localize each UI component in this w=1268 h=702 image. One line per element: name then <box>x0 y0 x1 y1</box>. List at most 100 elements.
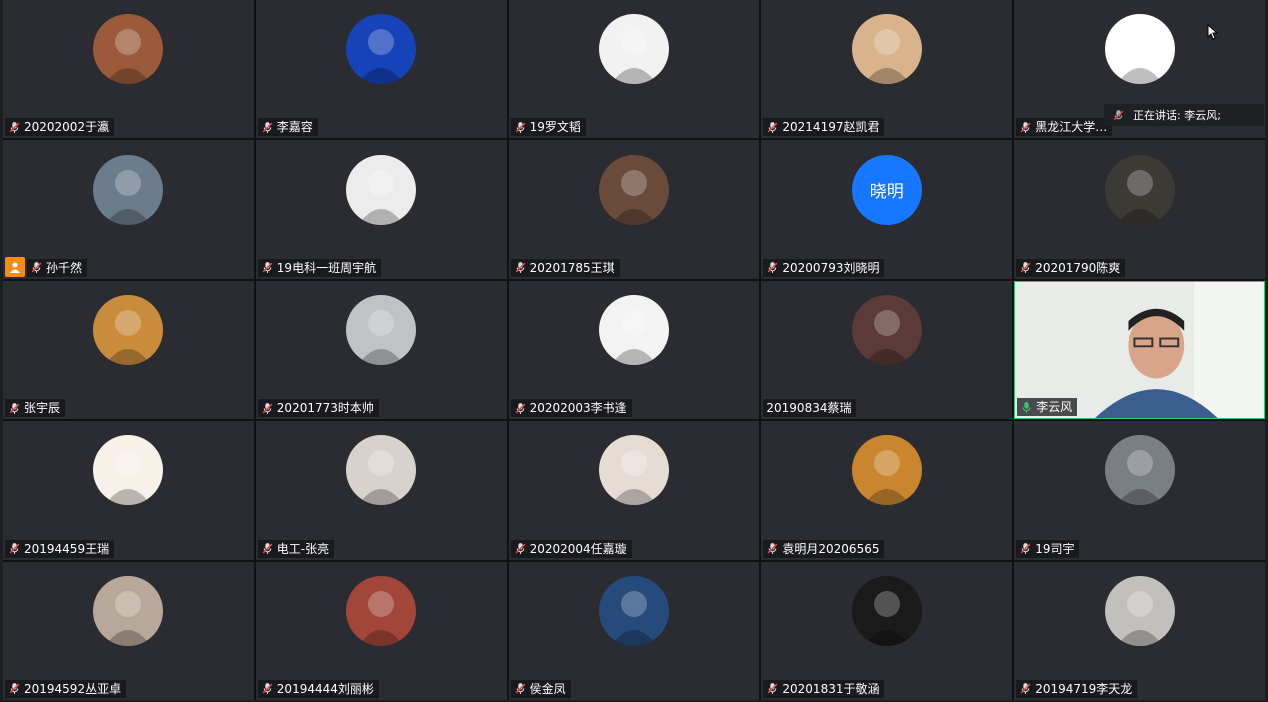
mic-muted-icon <box>515 543 525 555</box>
participant-name-label: 20214197赵凯君 <box>763 118 885 137</box>
man-portrait-avatar <box>346 154 417 225</box>
street-avatar <box>93 575 164 646</box>
man-suit-avatar <box>598 14 669 85</box>
participant-tile[interactable]: 电工-张亮 <box>255 421 507 560</box>
shiba-avatar <box>1104 575 1175 646</box>
participant-tile[interactable]: 20201790陈爽 <box>1014 140 1265 279</box>
participant-tile[interactable]: 20201831于敬涵 <box>761 561 1013 700</box>
participant-name: 20194444刘丽彬 <box>276 681 374 696</box>
participant-tile[interactable]: 袁明月20206565 <box>761 421 1013 560</box>
mic-muted-icon <box>262 121 273 133</box>
participant-name: 电工-张亮 <box>276 541 330 556</box>
participant-name-label: 20202002于瀛 <box>5 118 115 137</box>
participant-tile[interactable]: 20214197赵凯君 <box>761 0 1013 139</box>
participant-tile[interactable]: 20201773时本帅 <box>255 280 507 420</box>
participant-name: 20201790陈爽 <box>1035 260 1121 275</box>
mic-muted-icon <box>768 543 778 555</box>
host-icon <box>5 256 25 277</box>
participant-name: 李嘉容 <box>276 120 313 135</box>
paper-avatar <box>346 294 417 365</box>
participant-name: 20194592丛亚卓 <box>24 681 122 696</box>
participant-name-label: 19电科一班周宇航 <box>257 258 382 277</box>
dark-face-avatar <box>851 575 922 646</box>
mic-muted-icon <box>262 262 273 274</box>
participant-name: 孙千然 <box>46 260 83 275</box>
mic-muted-icon <box>262 543 273 555</box>
mic-muted-icon <box>768 121 778 133</box>
participant-name-label: 19罗文韬 <box>510 118 586 137</box>
participant-name: 李云风 <box>1036 400 1073 415</box>
participant-name-label: 20194444刘丽彬 <box>257 679 379 698</box>
participant-tile[interactable]: 张宇辰 <box>3 280 254 420</box>
participant-name: 20194459王瑞 <box>24 541 110 556</box>
participant-tile[interactable]: 20190834蔡瑞 <box>761 280 1013 420</box>
active-speaker-indicator: 正在讲话: 李云风; <box>1104 104 1264 126</box>
puppy-avatar <box>93 294 164 365</box>
mouse-cursor-icon <box>1207 24 1219 40</box>
warm-room-avatar <box>851 435 922 506</box>
participant-name: 黑龙江大学… <box>1035 120 1108 135</box>
mic-muted-icon <box>9 683 20 695</box>
participant-tile[interactable]: 20202002于瀛 <box>3 0 254 139</box>
mic-muted-icon <box>515 683 525 695</box>
sky-avatar <box>598 575 669 646</box>
participant-name-label: 李嘉容 <box>257 118 318 137</box>
cat-sunglasses-avatar <box>1104 435 1175 506</box>
participant-name: 19司宇 <box>1035 541 1075 556</box>
bear-cartoon-avatar <box>93 14 164 85</box>
participant-tile[interactable]: 20194719李天龙 <box>1014 561 1265 700</box>
participant-name-label: 20200793刘晓明 <box>763 258 885 277</box>
participant-name-label: 19司宇 <box>1016 539 1080 558</box>
participant-grid: 20202002于瀛 李嘉容 19罗文韬 20214197赵凯君 黑龙江大学… … <box>3 0 1265 700</box>
participant-name: 20201831于敬涵 <box>782 681 880 696</box>
participant-name: 20202003李书逢 <box>529 401 627 416</box>
participant-tile[interactable]: 孙千然 <box>3 140 254 279</box>
participant-name-label: 20194459王瑞 <box>5 539 115 558</box>
participant-tile[interactable]: 19罗文韬 <box>508 0 760 139</box>
woman-red-avatar <box>346 575 417 646</box>
pink-cat-plant-avatar <box>1104 14 1175 85</box>
man-dark-avatar <box>1104 154 1175 225</box>
participant-name-label: 20194719李天龙 <box>1016 679 1138 698</box>
mic-muted-icon <box>1020 262 1031 274</box>
participant-tile[interactable]: 20202004任嘉璇 <box>508 421 760 560</box>
participant-tile[interactable]: 20202003李书逢 <box>508 280 760 420</box>
participant-name-label: 20202003李书逢 <box>510 399 632 418</box>
participant-tile[interactable]: 晓明 20200793刘晓明 <box>761 140 1013 279</box>
mic-muted-icon <box>9 543 20 555</box>
white-dog-avatar <box>346 435 417 506</box>
participant-tile[interactable]: 20201785王琪 <box>508 140 760 279</box>
participant-name: 20202004任嘉璇 <box>529 541 627 556</box>
participant-tile[interactable]: 19司宇 <box>1014 421 1265 560</box>
woman-hat-avatar <box>598 154 669 225</box>
mic-muted-icon <box>9 121 20 133</box>
participant-name: 20214197赵凯君 <box>782 120 880 135</box>
participant-name-label: 20201790陈爽 <box>1016 258 1126 277</box>
participant-name-label: 侯金凤 <box>510 679 571 698</box>
participant-name: 袁明月20206565 <box>782 541 880 556</box>
participant-name-label: 孙千然 <box>27 258 88 277</box>
young-man-avatar <box>598 294 669 365</box>
mic-muted-icon <box>1020 543 1031 555</box>
mic-muted-icon <box>768 262 778 274</box>
text-avatar: 晓明 <box>851 154 922 225</box>
participant-tile[interactable]: 李云风 <box>1014 280 1265 420</box>
participant-tile[interactable]: 20194444刘丽彬 <box>255 561 507 700</box>
girl-white-avatar <box>598 435 669 506</box>
participant-tile[interactable]: 侯金凤 <box>508 561 760 700</box>
participant-tile[interactable]: 李嘉容 <box>255 0 507 139</box>
participant-name-label: 李云风 <box>1017 398 1078 417</box>
mic-muted-icon <box>515 402 525 414</box>
participant-name-label: 20202004任嘉璇 <box>510 539 632 558</box>
mic-muted-icon <box>262 402 273 414</box>
mic-on-icon <box>1022 401 1031 413</box>
participant-tile[interactable]: 19电科一班周宇航 <box>255 140 507 279</box>
participant-name: 19罗文韬 <box>529 120 581 135</box>
participant-name: 20200793刘晓明 <box>782 260 880 275</box>
participant-tile[interactable]: 20194592丛亚卓 <box>3 561 254 700</box>
mic-muted-icon <box>1020 683 1031 695</box>
participant-tile[interactable]: 20194459王瑞 <box>3 421 254 560</box>
flower-illustration-avatar <box>93 435 164 506</box>
participant-name: 张宇辰 <box>24 401 61 416</box>
participant-name-label: 20201785王琪 <box>510 258 620 277</box>
